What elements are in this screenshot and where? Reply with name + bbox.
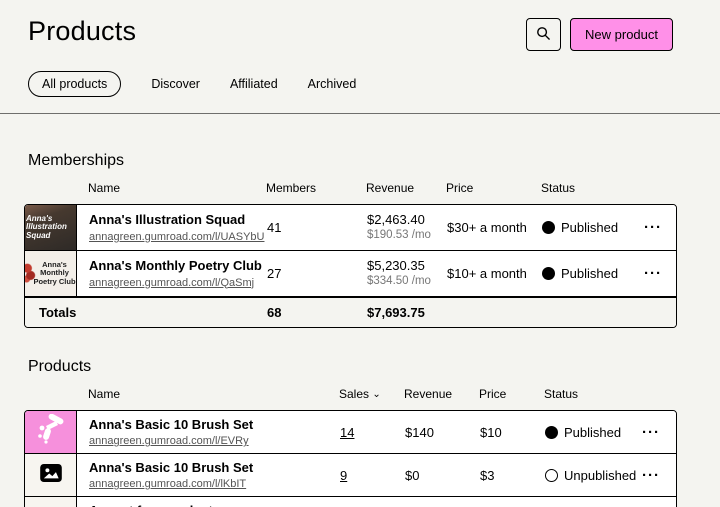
page-header: Products New product All products Discov… (0, 0, 720, 113)
memberships-heading: Memberships (28, 152, 677, 170)
tab-affiliated[interactable]: Affiliated (230, 77, 278, 91)
unpublished-dot-icon (545, 469, 558, 482)
row-menu-button[interactable]: ··· (640, 468, 677, 483)
totals-row: Totals 68 $7,693.75 (25, 297, 676, 327)
status-label: Published (561, 220, 618, 235)
search-button[interactable] (526, 18, 561, 51)
revenue: $0 (405, 468, 480, 483)
sales-count-link[interactable]: 9 (340, 468, 405, 483)
status-badge: Published (542, 220, 642, 235)
totals-label: Totals (25, 305, 267, 320)
totals-members: 68 (267, 305, 367, 320)
membership-url-link[interactable]: annagreen.gumroad.com/l/UASYbU (89, 231, 267, 243)
products-page: Products New product All products Discov… (0, 0, 720, 507)
status-badge: Published (542, 266, 642, 281)
membership-thumbnail: Anna's Monthly Poetry Club (25, 251, 77, 296)
col-price: Price (446, 181, 541, 195)
published-dot-icon (542, 267, 555, 280)
revenue-total: $5,230.35 (367, 258, 447, 275)
membership-url-link[interactable]: annagreen.gumroad.com/l/QaSmj (89, 277, 267, 289)
row-menu-button[interactable]: ··· (642, 266, 677, 281)
tab-discover[interactable]: Discover (151, 77, 200, 91)
table-row[interactable]: Anna's Illustration Squad Anna's Illustr… (25, 205, 676, 251)
status-label: Published (561, 266, 618, 281)
sales-count-link[interactable]: 14 (340, 425, 405, 440)
price: $3 (480, 468, 545, 483)
header-divider (0, 113, 720, 114)
published-dot-icon (545, 426, 558, 439)
products-table-header: Name Sales ⌄ Revenue Price Status (24, 378, 677, 410)
col-revenue: Revenue (366, 181, 446, 195)
chevron-down-icon: ⌄ (372, 389, 380, 400)
product-tabs: All products Discover Affiliated Archive… (28, 71, 694, 113)
membership-thumbnail: Anna's Illustration Squad (25, 205, 77, 250)
product-thumbnail-brush (25, 411, 77, 453)
row-menu-button[interactable]: ··· (640, 425, 677, 440)
membership-name: Anna's Monthly Poetry Club (89, 258, 267, 274)
product-url-link[interactable]: annagreen.gumroad.com/l/lKbIT (89, 478, 340, 490)
tab-all-products[interactable]: All products (28, 71, 121, 97)
revenue-monthly: $334.50 /mo (367, 275, 447, 289)
new-product-button[interactable]: New product (570, 18, 673, 51)
row-menu-button[interactable]: ··· (642, 220, 677, 235)
products-table: Anna's Basic 10 Brush Set annagreen.gumr… (24, 410, 677, 507)
col-name: Name (76, 181, 266, 195)
product-thumbnail-placeholder (25, 497, 77, 507)
thumbnail-text: Anna's Illustration Squad (25, 213, 76, 242)
revenue-monthly: $190.53 /mo (367, 229, 447, 243)
status-badge: Unpublished (545, 468, 640, 483)
paintbrush-image (34, 414, 68, 451)
image-placeholder-icon (40, 464, 62, 487)
membership-name: Anna's Illustration Squad (89, 212, 267, 228)
products-heading: Products (28, 358, 677, 376)
revenue: $140 (405, 425, 480, 440)
table-row[interactable]: Anna's Basic 10 Brush Set annagreen.gumr… (25, 411, 676, 454)
status-label: Published (564, 425, 621, 440)
col-price: Price (479, 387, 544, 401)
price: $10 (480, 425, 545, 440)
product-name: Anna's Basic 10 Brush Set (89, 460, 340, 476)
col-members: Members (266, 181, 366, 195)
price: $30+ a month (447, 220, 542, 235)
status-badge: Published (545, 425, 640, 440)
members-count: 41 (267, 220, 367, 235)
price: $10+ a month (447, 266, 542, 281)
status-label: Unpublished (564, 468, 636, 483)
col-sales-sort[interactable]: Sales ⌄ (339, 387, 404, 401)
col-status: Status (544, 387, 639, 401)
published-dot-icon (542, 221, 555, 234)
col-status: Status (541, 181, 641, 195)
memberships-table-header: Name Members Revenue Price Status (24, 172, 677, 204)
table-row[interactable]: Anna's Monthly Poetry Club Anna's Monthl… (25, 251, 676, 297)
memberships-section: Memberships Name Members Revenue Price S… (0, 152, 720, 328)
col-name: Name (76, 387, 339, 401)
products-section: Products Name Sales ⌄ Revenue Price Stat… (0, 358, 720, 507)
col-revenue: Revenue (404, 387, 479, 401)
product-name: A great free product (89, 503, 340, 507)
members-count: 27 (267, 266, 367, 281)
tab-archived[interactable]: Archived (308, 77, 357, 91)
memberships-table: Anna's Illustration Squad Anna's Illustr… (24, 204, 677, 328)
table-row[interactable]: Anna's Basic 10 Brush Set annagreen.gumr… (25, 454, 676, 497)
revenue-total: $2,463.40 (367, 212, 447, 229)
page-title: Products (28, 16, 136, 47)
product-url-link[interactable]: annagreen.gumroad.com/l/EVRy (89, 435, 340, 447)
search-icon (536, 26, 551, 44)
totals-revenue: $7,693.75 (367, 305, 447, 320)
product-thumbnail-placeholder (25, 454, 77, 496)
product-name: Anna's Basic 10 Brush Set (89, 417, 340, 433)
table-row[interactable]: A great free product annagreen.gumroad.c… (25, 497, 676, 507)
